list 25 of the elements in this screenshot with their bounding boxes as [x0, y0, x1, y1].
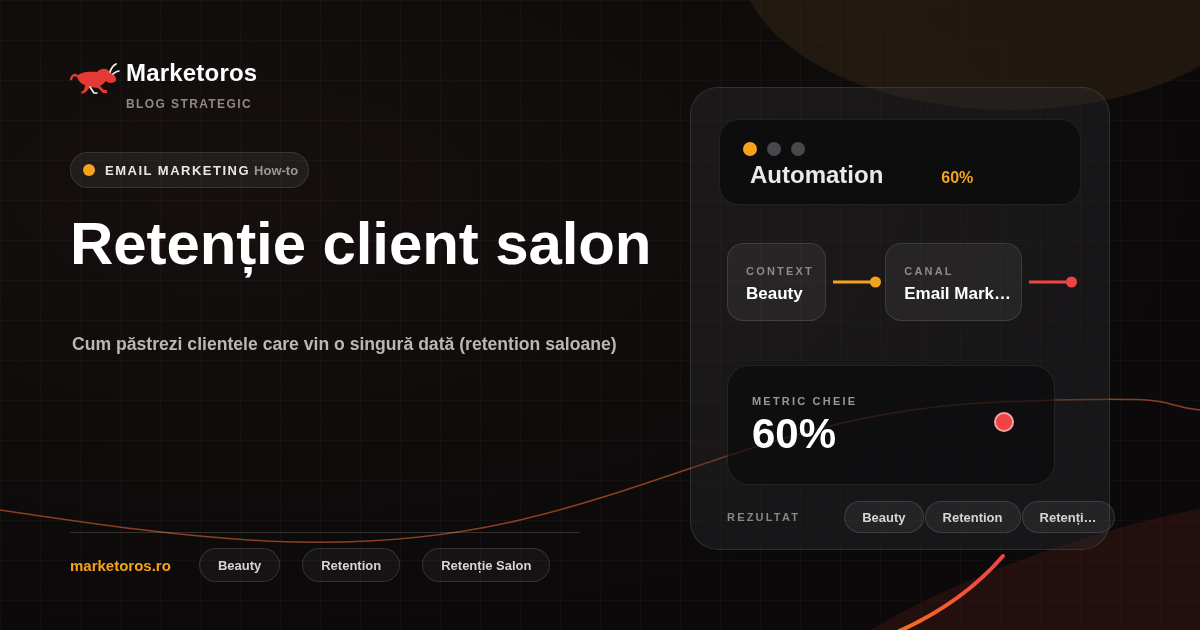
brand-tagline: BLOG STRATEGIC [126, 96, 254, 112]
subtitle: Cum păstrezi clientele care vin o singură dată (retention saloane) [72, 333, 617, 356]
node-label: CONTEXT [746, 264, 815, 278]
status-dot-icon [83, 164, 95, 176]
tag-chip: Retenți… [1021, 501, 1115, 533]
tag-chip: Retention [302, 548, 401, 582]
metric-value: 60% [752, 411, 838, 457]
header-title: Automation [750, 161, 884, 189]
marker-dot-icon [994, 412, 1014, 432]
brand-name: Marketoros [126, 58, 258, 88]
tag-chip: Beauty [844, 501, 924, 533]
metric-label: METRIC CHEIE [752, 394, 858, 408]
node-label: CANAL [904, 264, 955, 278]
headline: Retenție client salon [70, 211, 652, 277]
bull-icon [70, 61, 120, 97]
tag-chip: Retenție Salon [422, 548, 551, 582]
tag-chip: Beauty [198, 548, 281, 582]
category-label: EMAIL MARKETING [105, 162, 251, 178]
node-value: Email Mark… [904, 283, 1011, 305]
header-value: 60% [941, 169, 974, 187]
site-url: marketoros.ro [70, 556, 171, 574]
node-value: Beauty [746, 283, 804, 305]
tag-chip: Retention [924, 501, 1021, 533]
result-label: REZULTAT [727, 511, 801, 523]
category-type: How-to [254, 162, 299, 178]
